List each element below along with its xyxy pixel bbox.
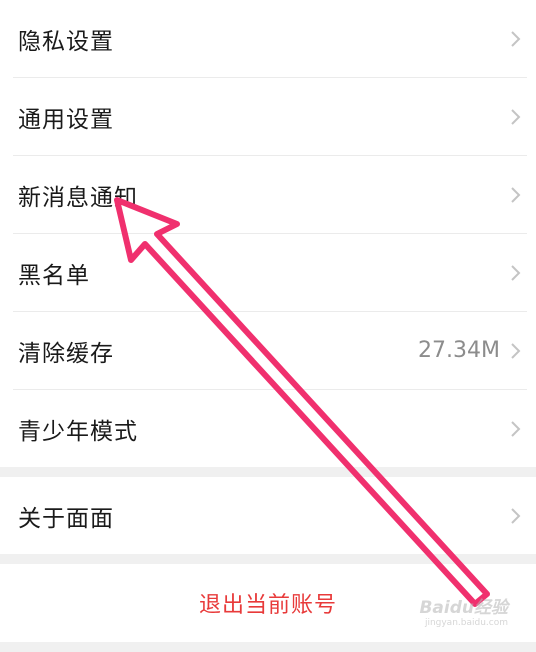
setting-label: 新消息通知 — [18, 184, 138, 211]
setting-label: 黑名单 — [18, 262, 90, 289]
setting-label: 通用设置 — [18, 106, 114, 133]
section-gap — [0, 467, 536, 477]
chevron-right-icon — [511, 30, 521, 47]
setting-row-notifications[interactable]: 新消息通知 — [0, 156, 536, 233]
watermark-brand: Baidu经验 — [419, 598, 508, 618]
setting-row-blacklist[interactable]: 黑名单 — [0, 234, 536, 311]
settings-group-about: 关于面面 — [0, 477, 536, 554]
setting-row-privacy[interactable]: 隐私设置 — [0, 0, 536, 77]
setting-row-teen-mode[interactable]: 青少年模式 — [0, 390, 536, 467]
setting-row-about[interactable]: 关于面面 — [0, 477, 536, 554]
setting-label: 关于面面 — [18, 505, 114, 532]
settings-group-main: 隐私设置 通用设置 新消息通知 黑名单 清除缓存 27.34M 青少年模式 — [0, 0, 536, 467]
bottom-strip — [0, 642, 536, 652]
logout-label: 退出当前账号 — [198, 593, 337, 618]
chevron-right-icon — [511, 186, 521, 203]
watermark-url: jingyan.baidu.com — [424, 618, 508, 628]
chevron-right-icon — [511, 342, 521, 359]
setting-label: 隐私设置 — [18, 28, 114, 55]
section-gap — [0, 554, 536, 564]
chevron-right-icon — [511, 108, 521, 125]
setting-row-clear-cache[interactable]: 清除缓存 27.34M — [0, 312, 536, 389]
chevron-right-icon — [511, 420, 521, 437]
setting-label: 清除缓存 — [18, 340, 114, 367]
setting-row-general[interactable]: 通用设置 — [0, 78, 536, 155]
cache-size-value: 27.34M — [418, 338, 500, 363]
watermark: Baidu经验 jingyan.baidu.com — [419, 593, 508, 628]
chevron-right-icon — [511, 264, 521, 281]
chevron-right-icon — [511, 507, 521, 524]
setting-label: 青少年模式 — [18, 418, 138, 445]
